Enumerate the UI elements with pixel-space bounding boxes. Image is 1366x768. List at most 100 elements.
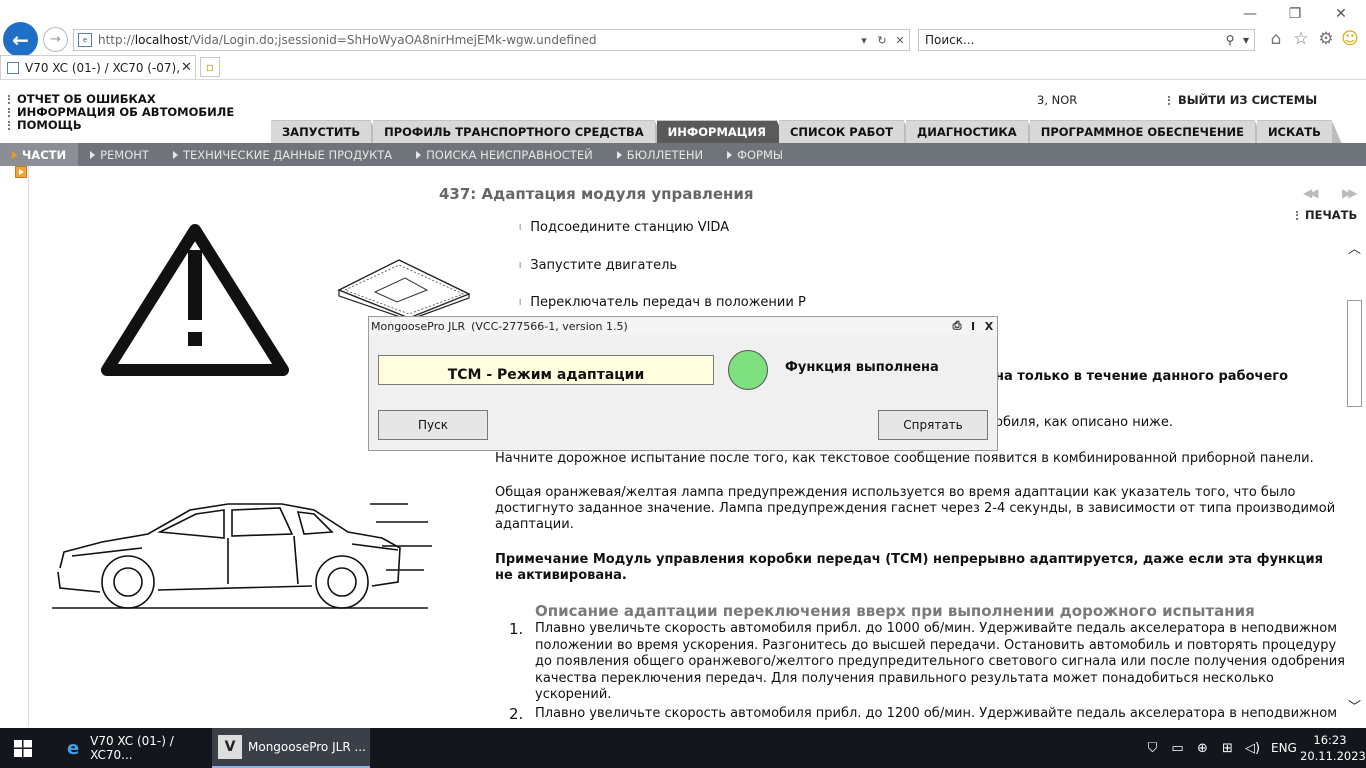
tab-software[interactable]: ПРОГРАММНОЕ ОБЕСПЕЧЕНИЕ bbox=[1029, 120, 1266, 144]
address-dropdown-icon[interactable]: ▾ bbox=[855, 34, 873, 47]
print-link[interactable]: ПЕЧАТЬ bbox=[1296, 208, 1357, 222]
dialog-info-button[interactable]: I bbox=[965, 320, 981, 333]
forward-button[interactable]: → bbox=[43, 27, 68, 52]
partial-bold-text: на только в течение данного рабочего bbox=[995, 369, 1289, 384]
language-indicator[interactable]: ENG bbox=[1271, 741, 1297, 755]
search-dropdown-icon[interactable]: ▾ bbox=[1238, 33, 1254, 47]
clock-time: 16:23 bbox=[1313, 733, 1347, 747]
network-globe-icon[interactable]: ⊕ bbox=[1190, 741, 1215, 756]
address-bar[interactable]: e http://localhost/Vida/Login.do;jsessio… bbox=[73, 29, 910, 51]
dotted-marker-icon bbox=[8, 121, 12, 130]
internet-explorer-icon: e bbox=[66, 737, 80, 759]
restore-button[interactable]: ❐ bbox=[1280, 4, 1310, 24]
user-info: 3, NOR bbox=[1037, 93, 1078, 107]
sub-navigation: ЧАСТИ РЕМОНТ ТЕХНИЧЕСКИЕ ДАННЫЕ ПРОДУКТА… bbox=[0, 143, 1366, 166]
window-close-button[interactable]: ✕ bbox=[1326, 4, 1356, 24]
refresh-icon[interactable]: ↻ bbox=[873, 34, 891, 47]
tab-diagnostics[interactable]: ДИАГНОСТИКА bbox=[906, 120, 1038, 144]
back-button[interactable]: ← bbox=[3, 22, 38, 57]
main-tabs: ЗАПУСТИТЬ ПРОФИЛЬ ТРАНСПОРТНОГО СРЕДСТВА… bbox=[271, 120, 1342, 144]
next-page-icon[interactable]: ▶▶ bbox=[1342, 186, 1358, 200]
taskbar-item-browser[interactable]: e V70 XC (01-) / XC70... bbox=[56, 728, 210, 768]
dialog-version: (VCC-277566-1, version 1.5) bbox=[471, 319, 628, 333]
prev-page-icon[interactable]: ◀◀ bbox=[1303, 186, 1319, 200]
back-arrow-icon: ← bbox=[12, 27, 29, 52]
section-heading: Описание адаптации переключения вверх пр… bbox=[535, 602, 1255, 620]
scroll-up-icon[interactable]: ︿ bbox=[1348, 238, 1361, 257]
header-links: ОТЧЕТ ОБ ОШИБКАХ ИНФОРМАЦИЯ ОБ АВТОМОБИЛ… bbox=[8, 93, 234, 132]
settings-gear-icon[interactable]: ⚙ bbox=[1316, 29, 1336, 49]
tab-vehicle-profile[interactable]: ПРОФИЛЬ ТРАНСПОРТНОГО СРЕДСТВА bbox=[373, 120, 665, 144]
left-panel bbox=[0, 166, 29, 726]
mongoose-dialog: MongoosePro JLR (VCC-277566-1, version 1… bbox=[368, 316, 998, 451]
tab-work-list[interactable]: СПИСОК РАБОТ bbox=[778, 120, 915, 144]
page-icon: e bbox=[78, 33, 92, 47]
scroll-thumb[interactable] bbox=[1347, 300, 1362, 407]
dotted-marker-icon bbox=[8, 108, 12, 117]
expand-panel-icon[interactable] bbox=[15, 166, 27, 178]
subnav-forms[interactable]: ФОРМЫ bbox=[715, 143, 795, 166]
subnav-parts[interactable]: ЧАСТИ bbox=[0, 143, 79, 166]
minimize-button[interactable]: — bbox=[1235, 4, 1265, 24]
partial-text: обиля, как описано ниже. bbox=[995, 415, 1174, 430]
windows-start-icon[interactable] bbox=[14, 740, 32, 757]
forward-arrow-icon: → bbox=[50, 32, 61, 47]
list-item: l Подсоедините станцию VIDA bbox=[519, 220, 730, 235]
tab-information[interactable]: ИНФОРМАЦИЯ bbox=[656, 120, 788, 144]
network-icon[interactable]: ⊞ bbox=[1215, 741, 1240, 756]
tab-search[interactable]: ИСКАТЬ bbox=[1256, 120, 1342, 144]
close-icon[interactable]: ✕ bbox=[891, 34, 909, 47]
tab-start[interactable]: ЗАПУСТИТЬ bbox=[271, 120, 382, 144]
mode-display: TCM - Режим адаптации bbox=[378, 355, 714, 385]
triangle-marker-icon bbox=[416, 150, 422, 159]
search-box[interactable]: Поиск... ⚲ ▾ bbox=[918, 29, 1255, 51]
page-title: 437: Адаптация модуля управления bbox=[439, 185, 754, 203]
system-tray: ⛉ ▭ ⊕ ⊞ ◁) ENG bbox=[1140, 728, 1307, 768]
triangle-marker-icon bbox=[616, 150, 622, 159]
new-tab-button[interactable]: ▫ bbox=[200, 57, 220, 77]
dotted-marker-icon bbox=[8, 95, 12, 104]
search-input[interactable]: Поиск... bbox=[925, 33, 1222, 47]
list-item: l Запустите двигатель bbox=[519, 258, 678, 273]
paragraph: Общая оранжевая/желтая лампа предупрежде… bbox=[495, 485, 1336, 532]
hide-button[interactable]: Спрятать bbox=[878, 410, 988, 440]
status-text: Функция выполнена bbox=[785, 360, 939, 375]
scroll-down-icon[interactable]: ﹀ bbox=[1348, 696, 1361, 715]
subnav-tech-data[interactable]: ТЕХНИЧЕСКИЕ ДАННЫЕ ПРОДУКТА bbox=[161, 143, 404, 166]
dialog-titlebar[interactable]: MongoosePro JLR (VCC-277566-1, version 1… bbox=[369, 317, 997, 335]
search-icon[interactable]: ⚲ bbox=[1222, 33, 1238, 47]
taskbar-item-mongoose[interactable]: V MongoosePro JLR ... bbox=[212, 728, 370, 768]
favorites-star-icon[interactable]: ☆ bbox=[1291, 29, 1311, 49]
step-item: 2. Плавно увеличьте скорость автомобиля … bbox=[509, 705, 1338, 723]
warning-triangle-icon bbox=[101, 224, 289, 376]
list-item: l Переключатель передач в положении P bbox=[519, 295, 806, 310]
address-url[interactable]: http://localhost/Vida/Login.do;jsessioni… bbox=[98, 33, 855, 47]
dialog-close-button[interactable]: X bbox=[981, 320, 997, 333]
smiley-feedback-icon[interactable]: ☺ bbox=[1340, 29, 1360, 49]
help-link[interactable]: ПОМОЩЬ bbox=[8, 119, 234, 132]
step-item: 1. Плавно увеличьте скорость автомобиля … bbox=[509, 620, 1346, 702]
dialog-title: MongoosePro JLR bbox=[371, 319, 466, 333]
subnav-troubleshooting[interactable]: ПОИСКА НЕИСПРАВНОСТЕЙ bbox=[404, 143, 605, 166]
printer-icon[interactable]: ⎙ bbox=[949, 319, 965, 333]
new-tab-icon: ▫ bbox=[205, 60, 215, 74]
logout-link[interactable]: ВЫЙТИ ИЗ СИСТЕМЫ bbox=[1168, 93, 1317, 107]
subnav-bulletins[interactable]: БЮЛЛЕТЕНИ bbox=[605, 143, 715, 166]
mongoose-icon: V bbox=[218, 735, 242, 759]
paragraph: Начните дорожное испытание после того, к… bbox=[495, 451, 1314, 466]
dotted-marker-icon bbox=[1168, 95, 1172, 105]
browser-chrome: ← → e http://localhost/Vida/Login.do;jse… bbox=[0, 0, 1366, 80]
tab-close-icon[interactable]: ✕ bbox=[181, 60, 195, 75]
triangle-marker-icon bbox=[172, 150, 178, 159]
home-icon[interactable]: ⌂ bbox=[1266, 29, 1286, 49]
browser-tab[interactable]: V70 XC (01-) / XC70 (-07), 2... ✕ bbox=[0, 55, 196, 79]
clock-date: 20.11.2023 bbox=[1300, 749, 1366, 763]
battery-icon[interactable]: ▭ bbox=[1165, 741, 1190, 756]
note-paragraph: Примечание Модуль управления коробки пер… bbox=[495, 552, 1323, 583]
start-button[interactable]: Пуск bbox=[378, 410, 488, 440]
vertical-scrollbar[interactable]: ︿ ﹀ bbox=[1345, 238, 1365, 718]
clock[interactable]: 16:23 20.11.2023 bbox=[1300, 732, 1366, 764]
device-icon[interactable]: ⛉ bbox=[1140, 741, 1165, 756]
volume-icon[interactable]: ◁) bbox=[1240, 741, 1265, 756]
subnav-repair[interactable]: РЕМОНТ bbox=[78, 143, 161, 166]
